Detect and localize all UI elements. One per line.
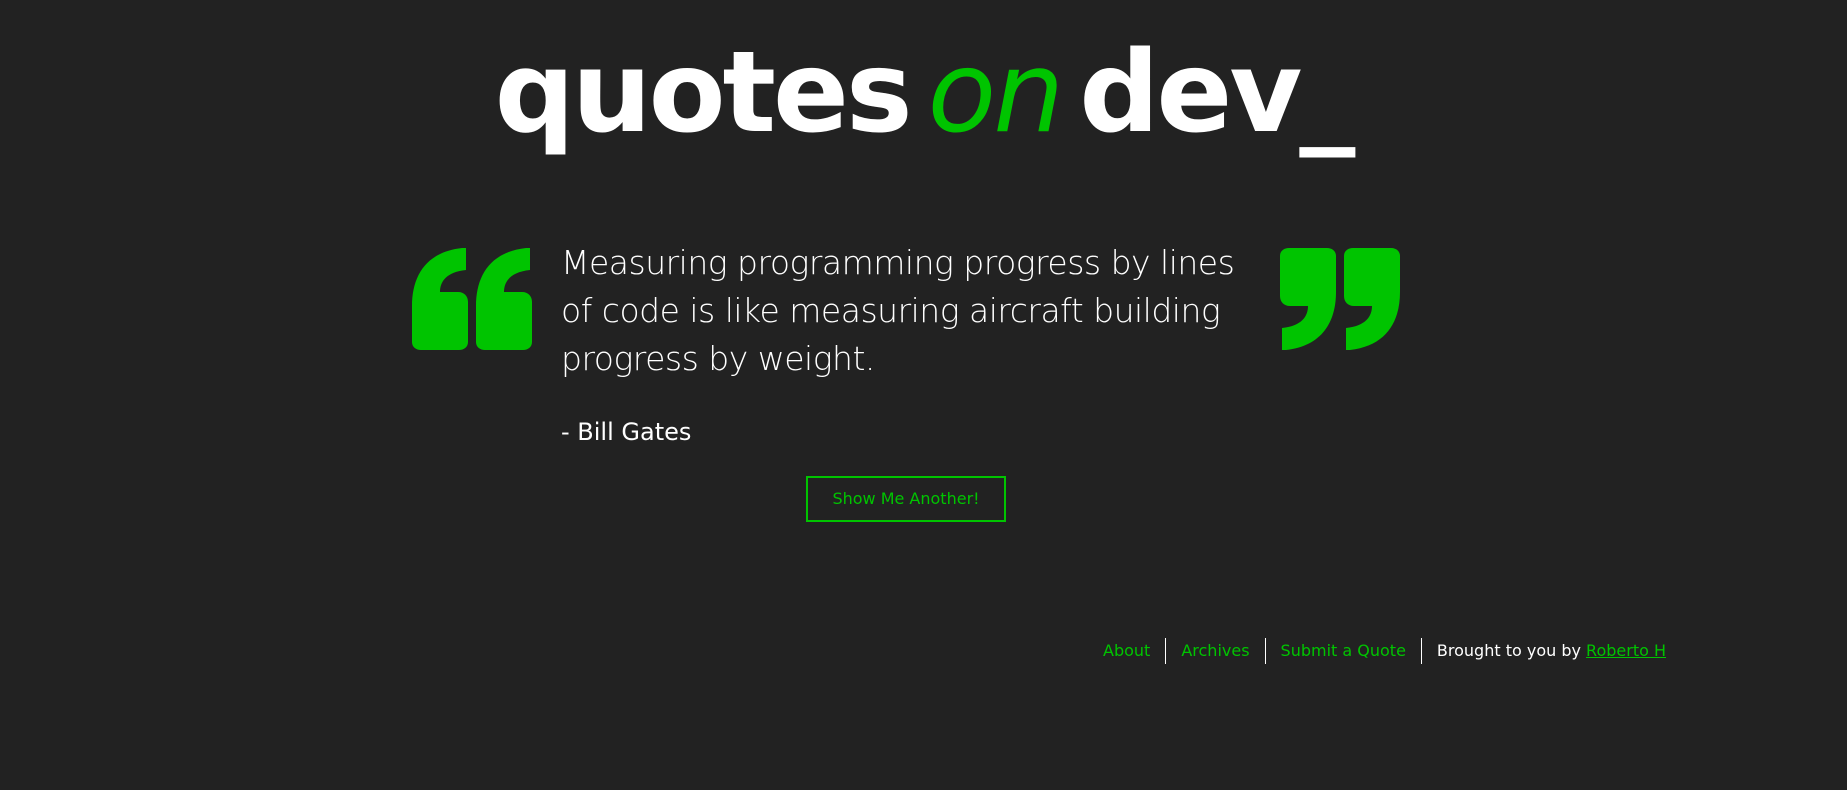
site-logo[interactable]: quotes on dev_ <box>0 28 1847 158</box>
open-quote-icon <box>412 248 532 350</box>
footer-credit-prefix: Brought to you by <box>1436 641 1587 660</box>
logo-word-on: on <box>927 28 1065 158</box>
close-quote-icon <box>1280 248 1400 350</box>
footer-nav: About Archives Submit a Quote Brought to… <box>1103 638 1666 664</box>
footer-link-about[interactable]: About <box>1103 638 1165 664</box>
page: quotes on dev_ Measuring programming progr… <box>0 0 1847 790</box>
quote-text: Measuring programming progress by lines … <box>561 243 1235 378</box>
quote-author: - Bill Gates <box>561 418 692 446</box>
logo-word-dev: dev_ <box>1079 28 1355 158</box>
footer-credit: Brought to you by Roberto H <box>1422 638 1666 664</box>
footer-link-archives[interactable]: Archives <box>1166 638 1264 664</box>
footer-link-submit-quote[interactable]: Submit a Quote <box>1266 638 1421 664</box>
logo-word-quotes: quotes <box>494 28 913 158</box>
show-another-button[interactable]: Show Me Another! <box>806 476 1006 522</box>
footer-credit-author-link[interactable]: Roberto H <box>1586 641 1666 660</box>
